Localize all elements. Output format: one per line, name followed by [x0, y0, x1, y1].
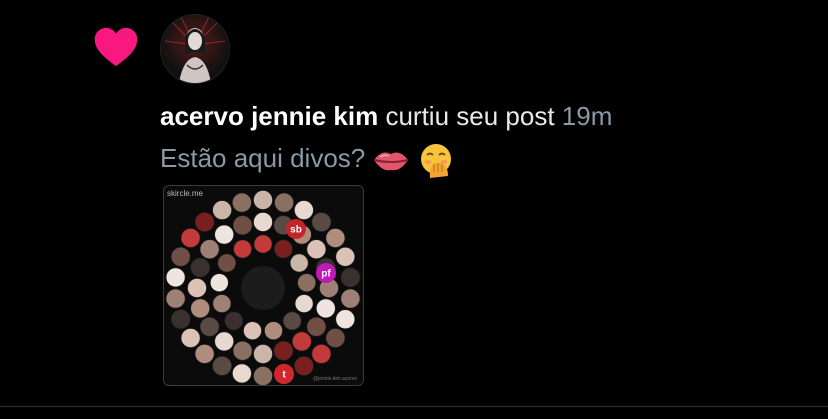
collage-circle	[243, 321, 262, 340]
collage-circle	[294, 200, 314, 220]
thumbnail-footer: @jennie.kim.acervo	[313, 376, 357, 382]
collage-circle	[311, 212, 332, 232]
collage-circle	[199, 317, 220, 337]
user-avatar[interactable]	[161, 15, 229, 83]
collage-circle	[253, 190, 273, 210]
collage-circle	[232, 363, 252, 384]
collage-circle	[180, 328, 201, 348]
collage-circle	[253, 212, 273, 232]
post-preview-text[interactable]: Estão aqui divos?	[160, 140, 454, 179]
collage-circle	[335, 247, 356, 267]
collage-circle	[180, 228, 201, 248]
circle-collage: sb pf t	[165, 190, 361, 385]
collage-circle	[190, 257, 211, 278]
lips-emoji	[374, 152, 409, 171]
collage-circle	[274, 239, 293, 259]
collage-circle	[294, 294, 314, 313]
collage-circle	[170, 309, 191, 329]
collage-circle	[199, 239, 220, 260]
collage-circle	[289, 253, 309, 273]
collage-circle	[253, 344, 273, 364]
collage-circle	[253, 234, 273, 254]
collage-circle	[294, 356, 314, 376]
notification-headline: acervo jennie kim curtiu seu post 19m	[160, 98, 612, 134]
collage-circle	[253, 366, 273, 385]
thumbnail-label: skircle.me	[167, 189, 204, 198]
collage-center	[241, 266, 285, 310]
collage-circle	[232, 192, 252, 213]
user-name-link[interactable]: acervo jennie kim	[160, 101, 378, 131]
collage-circle	[297, 273, 316, 292]
post-thumbnail[interactable]: skircle.me sb pf t @jennie.kim.acervo	[163, 185, 364, 386]
collage-circle	[194, 212, 215, 232]
collage-circle	[325, 228, 346, 248]
collage-circle	[190, 298, 211, 319]
collage-badge: sb	[286, 219, 306, 239]
collage-circle	[340, 288, 361, 309]
divider	[0, 406, 828, 407]
collage-circle	[335, 309, 356, 329]
collage-circle	[214, 224, 235, 245]
collage-circle	[311, 344, 332, 364]
collage-circle	[325, 328, 346, 348]
collage-badge: t	[274, 364, 294, 384]
collage-circle	[340, 267, 361, 288]
timestamp: 19m	[561, 101, 613, 131]
collage-badge: pf	[316, 263, 336, 283]
action-text: curtiu seu post	[385, 101, 555, 131]
collage-circle	[264, 321, 283, 340]
collage-circle	[165, 267, 186, 288]
collage-circle	[282, 311, 302, 331]
collage-circle	[232, 215, 253, 236]
svg-text:pf: pf	[321, 269, 331, 280]
collage-circle	[224, 311, 244, 331]
avatar-portrait	[161, 15, 229, 83]
collage-circle	[233, 239, 252, 259]
collage-circle	[165, 288, 186, 309]
hand-over-mouth-emoji	[420, 144, 451, 179]
heart-icon	[94, 27, 138, 67]
collage-circle	[212, 200, 232, 220]
collage-circle	[292, 331, 312, 352]
collage-circle	[316, 298, 336, 319]
collage-circle	[170, 247, 191, 267]
collage-circle	[194, 344, 215, 364]
collage-circle	[212, 356, 232, 376]
collage-circle	[217, 253, 237, 273]
collage-circle	[209, 273, 229, 292]
collage-circle	[306, 239, 327, 260]
collage-circle	[214, 331, 235, 352]
svg-text:sb: sb	[290, 225, 302, 236]
collage-circle	[273, 341, 294, 361]
collage-circle	[306, 317, 327, 337]
collage-circle	[274, 192, 294, 213]
collage-circle	[187, 278, 207, 298]
collage-circle	[232, 341, 253, 361]
collage-circle	[212, 294, 232, 313]
post-text: Estão aqui divos?	[160, 143, 366, 173]
